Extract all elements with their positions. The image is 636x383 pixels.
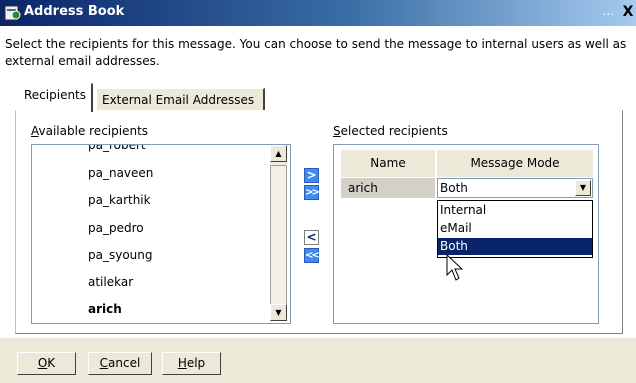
option-both[interactable]: Both bbox=[438, 238, 592, 255]
message-mode-select[interactable]: Both ▼ bbox=[437, 178, 593, 198]
list-item[interactable]: pa_pedro bbox=[88, 221, 144, 235]
chevron-down-icon[interactable]: ▼ bbox=[575, 180, 591, 196]
tab-recipients-label: Recipients bbox=[24, 88, 87, 102]
list-item[interactable]: pa_naveen bbox=[88, 166, 153, 180]
tab-recipients[interactable]: Recipients bbox=[18, 83, 94, 112]
mouse-cursor-icon bbox=[446, 254, 464, 281]
option-internal[interactable]: Internal bbox=[438, 202, 592, 219]
help-accesskey: H bbox=[177, 356, 187, 370]
scroll-down-button[interactable]: ▼ bbox=[270, 304, 287, 321]
available-recipients-list[interactable]: pa_robert pa_naveen pa_karthik pa_pedro … bbox=[31, 144, 291, 324]
address-book-icon bbox=[4, 5, 21, 21]
available-recipients-label: Available recipients bbox=[31, 124, 148, 138]
help-label-rest: elp bbox=[186, 356, 206, 370]
ok-button[interactable]: OK bbox=[17, 352, 76, 375]
selected-row-name[interactable]: arich bbox=[341, 178, 435, 198]
add-all-recipients-button[interactable]: >> bbox=[304, 185, 320, 200]
scroll-thumb[interactable] bbox=[270, 165, 287, 305]
message-mode-dropdown-list[interactable]: Internal eMail Both bbox=[437, 200, 593, 258]
ok-label-rest: K bbox=[47, 356, 56, 370]
ok-accesskey: O bbox=[37, 356, 48, 370]
list-item-selected[interactable]: arich bbox=[88, 302, 122, 316]
title-bar: Address Book ... X bbox=[0, 0, 636, 26]
available-label-rest: vailable recipients bbox=[38, 124, 149, 138]
column-header-name: Name bbox=[341, 150, 435, 177]
cancel-label-rest: ancel bbox=[108, 356, 141, 370]
cancel-accesskey: C bbox=[99, 356, 109, 370]
cancel-button[interactable]: Cancel bbox=[88, 352, 152, 375]
list-item[interactable]: pa_karthik bbox=[88, 193, 151, 207]
column-header-message-mode: Message Mode bbox=[437, 150, 593, 177]
selected-recipients-label: Selected recipients bbox=[333, 124, 448, 138]
tab-external-label: External Email Addresses bbox=[102, 93, 255, 107]
scroll-up-button[interactable]: ▲ bbox=[270, 145, 287, 162]
close-button[interactable]: X bbox=[620, 3, 636, 21]
available-list-scrollbar[interactable]: ▲ ▼ bbox=[270, 145, 287, 321]
help-button[interactable]: Help bbox=[162, 352, 221, 375]
option-email[interactable]: eMail bbox=[438, 220, 592, 237]
window-title: Address Book bbox=[24, 4, 125, 19]
message-mode-value: Both bbox=[440, 181, 468, 195]
title-overflow: ... bbox=[602, 4, 614, 18]
selected-label-rest: elected recipients bbox=[340, 124, 448, 138]
list-item[interactable]: atilekar bbox=[88, 275, 133, 289]
instructions-text: Select the recipients for this message. … bbox=[5, 37, 627, 68]
list-item[interactable]: pa_syoung bbox=[88, 248, 153, 262]
remove-recipient-button[interactable]: < bbox=[304, 230, 319, 245]
selected-label-accesskey: S bbox=[333, 124, 341, 138]
list-item[interactable]: pa_robert bbox=[88, 145, 146, 152]
remove-all-recipients-button[interactable]: << bbox=[304, 248, 320, 263]
tab-external-email-addresses[interactable]: External Email Addresses bbox=[96, 88, 265, 111]
available-label-accesskey: A bbox=[31, 124, 39, 138]
add-recipient-button[interactable]: > bbox=[304, 168, 319, 183]
